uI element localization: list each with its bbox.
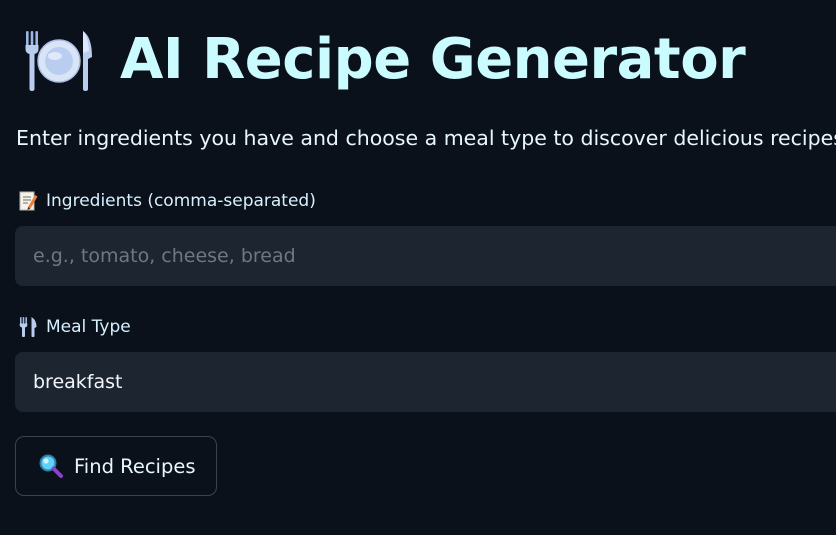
memo-icon bbox=[19, 191, 38, 211]
meal-type-label: Meal Type bbox=[18, 316, 131, 338]
find-recipes-label: Find Recipes bbox=[74, 454, 196, 478]
find-recipes-button[interactable]: Find Recipes bbox=[15, 436, 217, 496]
meal-type-label-text: Meal Type bbox=[46, 317, 131, 337]
magnifier-icon bbox=[39, 454, 63, 478]
plate-cutlery-icon bbox=[25, 31, 92, 91]
meal-type-select[interactable]: breakfast bbox=[15, 352, 836, 412]
header: AI Recipe Generator bbox=[22, 24, 746, 96]
page-title: AI Recipe Generator bbox=[120, 27, 746, 92]
ingredients-input[interactable] bbox=[15, 226, 836, 286]
ingredients-label-text: Ingredients (comma-separated) bbox=[46, 191, 316, 211]
fork-knife-icon bbox=[19, 317, 37, 337]
page-subtitle: Enter ingredients you have and choose a … bbox=[16, 126, 836, 150]
meal-type-value: breakfast bbox=[33, 371, 123, 393]
app-page: AI Recipe Generator Enter ingredients yo… bbox=[0, 0, 836, 535]
ingredients-label: Ingredients (comma-separated) bbox=[18, 190, 316, 212]
